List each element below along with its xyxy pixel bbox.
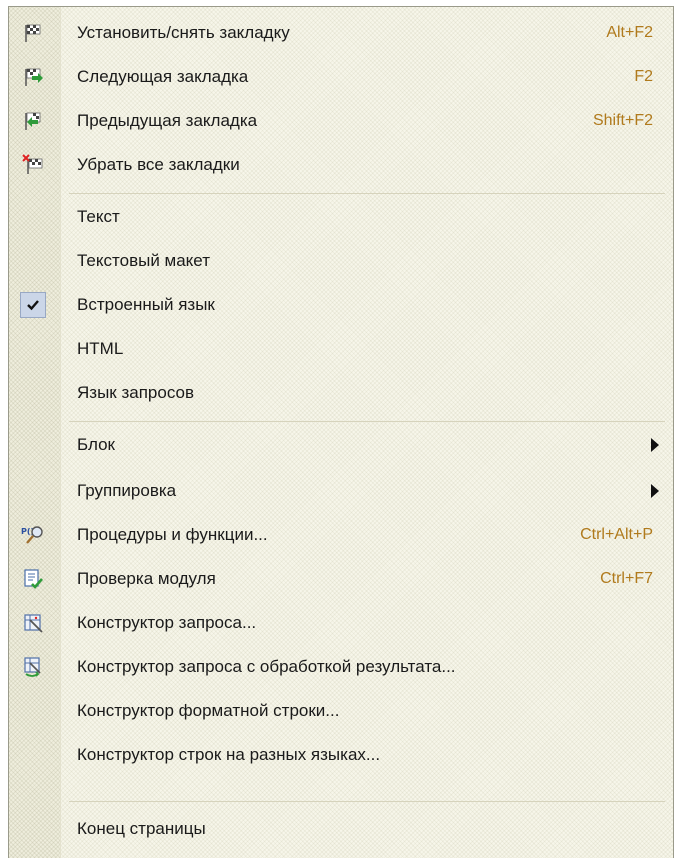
- menu-item-shortcut: Alt+F2: [606, 24, 653, 41]
- next-bookmark-icon: [19, 63, 47, 91]
- menu-item-label: Конструктор запроса...: [77, 613, 257, 632]
- menu-item-query-wizard-result[interactable]: Конструктор запроса с обработкой результ…: [9, 645, 673, 689]
- menu-item-shortcut: Shift+F2: [592, 112, 653, 129]
- menu-item-html[interactable]: HTML: [9, 327, 673, 371]
- bookmark-flag-icon: [19, 19, 47, 47]
- module-check-icon: [19, 565, 47, 593]
- checkmark-icon: [19, 291, 47, 319]
- query-wizard-result-icon: [19, 653, 47, 681]
- menu-item-label: Процедуры и функции...: [77, 525, 268, 544]
- menu-item-label: Конструктор запроса с обработкой результ…: [77, 657, 456, 676]
- menu-item-builtin-language[interactable]: Встроенный язык: [9, 283, 673, 327]
- menu-item-label: Следующая закладка: [77, 67, 249, 86]
- menu-item-grouping[interactable]: Группировка: [9, 469, 673, 513]
- submenu-arrow-icon: [651, 484, 659, 498]
- menu-item-next-bookmark[interactable]: Следующая закладка F2: [9, 55, 673, 99]
- menu-item-multilanguage-string-wizard[interactable]: Конструктор строк на разных языках...: [9, 733, 673, 777]
- menu-item-label: Конец страницы: [77, 819, 206, 838]
- menu-separator: [69, 801, 665, 802]
- menu-separator: [69, 193, 665, 194]
- menu-item-label: Текст: [77, 207, 120, 226]
- menu-item-remove-bookmarks[interactable]: Убрать все закладки: [9, 143, 673, 187]
- procedures-search-icon: P(): [19, 521, 47, 549]
- menu-item-label: Убрать все закладки: [77, 155, 240, 174]
- menu-item-query-wizard[interactable]: Конструктор запроса...: [9, 601, 673, 645]
- menu-item-text[interactable]: Текст: [9, 195, 673, 239]
- menu-item-module-check[interactable]: Проверка модуля Ctrl+F7: [9, 557, 673, 601]
- menu-item-label: Блок: [77, 435, 115, 454]
- menu-item-shortcut: Ctrl+F7: [600, 570, 653, 587]
- menu-item-label: Проверка модуля: [77, 569, 216, 588]
- menu-item-shortcut: F2: [634, 68, 653, 85]
- context-menu: Установить/снять закладку Alt+F2 Следующ…: [8, 6, 674, 858]
- menu-item-previous-bookmark[interactable]: Предыдущая закладка Shift+F2: [9, 99, 673, 143]
- menu-item-toggle-bookmark[interactable]: Установить/снять закладку Alt+F2: [9, 11, 673, 55]
- menu-item-label: HTML: [77, 339, 124, 358]
- menu-item-label: Встроенный язык: [77, 295, 215, 314]
- menu-item-label: Язык запросов: [77, 383, 194, 402]
- menu-item-label: Конструктор строк на разных языках...: [77, 745, 381, 764]
- menu-item-label: Установить/снять закладку: [77, 23, 290, 42]
- menu-item-label: Конструктор форматной строки...: [77, 701, 340, 720]
- menu-item-block[interactable]: Блок: [9, 423, 673, 467]
- previous-bookmark-icon: [19, 107, 47, 135]
- menu-item-query-language[interactable]: Язык запросов: [9, 371, 673, 415]
- submenu-arrow-icon: [651, 438, 659, 452]
- menu-item-label: Предыдущая закладка: [77, 111, 258, 130]
- menu-item-label: Текстовый макет: [77, 251, 210, 270]
- menu-item-procedures-functions[interactable]: P() Процедуры и функции... Ctrl+Alt+P: [9, 513, 673, 557]
- menu-separator: [69, 421, 665, 422]
- menu-item-label: Группировка: [77, 481, 177, 500]
- menu-item-page-break[interactable]: Конец страницы: [9, 807, 673, 851]
- remove-bookmarks-icon: [19, 151, 47, 179]
- menu-item-format-string-wizard[interactable]: Конструктор форматной строки...: [9, 689, 673, 733]
- query-wizard-icon: [19, 609, 47, 637]
- menu-item-text-template[interactable]: Текстовый макет: [9, 239, 673, 283]
- menu-item-shortcut: Ctrl+Alt+P: [580, 526, 653, 543]
